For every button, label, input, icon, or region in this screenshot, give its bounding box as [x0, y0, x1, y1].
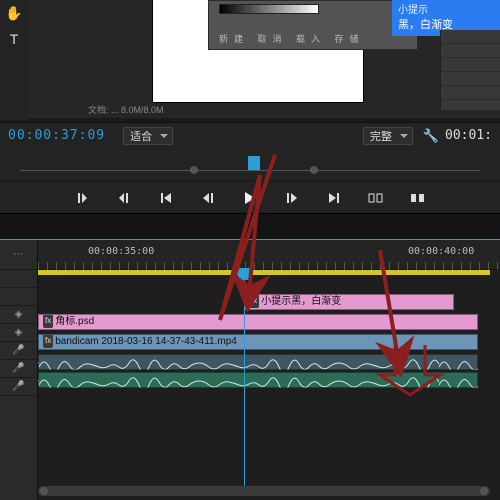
- dialog-buttons[interactable]: 新建 取消 载入 存储: [219, 32, 365, 45]
- monitor-mini-timeline[interactable]: [0, 148, 500, 180]
- mini-timeline-playhead[interactable]: [248, 156, 260, 170]
- track-header-v3[interactable]: [0, 288, 37, 306]
- track-header-spacer: [0, 270, 37, 288]
- timeline-panel: ⋯ ◈ ◈ 🎤 🎤 🎤 00:00:35:00 00:00:40:00 fx小提…: [0, 240, 500, 500]
- extract-button[interactable]: [408, 188, 428, 208]
- scrollbar-grip-right[interactable]: [480, 487, 488, 495]
- ruler-tick-label: 00:00:35:00: [88, 246, 154, 257]
- gradient-dialog[interactable]: 新建 取消 载入 存储: [208, 0, 418, 50]
- out-timecode: 00:01:: [445, 128, 492, 143]
- mini-timeline-handle-right[interactable]: [310, 166, 318, 174]
- track-header-v2[interactable]: ◈: [0, 306, 37, 324]
- track-header-a2[interactable]: 🎤: [0, 360, 37, 378]
- timeline-horizontal-scrollbar[interactable]: [38, 486, 490, 496]
- goto-in-button[interactable]: [156, 188, 176, 208]
- fx-badge: fx: [43, 314, 53, 328]
- photoshop-preview-area: 新建 取消 载入 存储 小提示 黑，白渐变 文档: ... 8.0M/8.0M: [28, 0, 500, 118]
- clip-v2[interactable]: fx角标.psd: [38, 314, 478, 330]
- program-monitor-bar: 00:00:37:09 适合 完整 🔧 00:01:: [0, 122, 500, 148]
- clip-v1[interactable]: fxbandicam 2018-03-16 14-37-43-411.mp4: [38, 334, 478, 350]
- scrollbar-grip-left[interactable]: [40, 487, 48, 495]
- ruler-tick-label: 00:00:40:00: [408, 246, 474, 257]
- current-timecode[interactable]: 00:00:37:09: [8, 128, 105, 143]
- clip-label: bandicam 2018-03-16 14-37-43-411.mp4: [55, 336, 237, 347]
- document-status: 文档: ... 8.0M/8.0M: [88, 103, 164, 116]
- tooltip-line1: 小提示: [398, 4, 494, 18]
- mark-in-button[interactable]: [72, 188, 92, 208]
- step-back-button[interactable]: [198, 188, 218, 208]
- playhead-handle-icon[interactable]: [238, 268, 251, 280]
- clip-a1[interactable]: [38, 354, 478, 370]
- settings-icon[interactable]: 🔧: [423, 128, 439, 144]
- mark-out-button[interactable]: [114, 188, 134, 208]
- photoshop-side-panel: [440, 30, 500, 110]
- panel-divider[interactable]: [0, 214, 500, 240]
- goto-out-button[interactable]: [324, 188, 344, 208]
- type-tool-icon[interactable]: T: [0, 26, 28, 52]
- zoom-fit-dropdown[interactable]: 适合: [123, 127, 173, 145]
- ruler-ticks: [38, 262, 500, 270]
- mini-timeline-handle-left[interactable]: [190, 166, 198, 174]
- play-button[interactable]: [240, 188, 260, 208]
- lift-button[interactable]: [366, 188, 386, 208]
- scrollbar-thumb[interactable]: [38, 486, 490, 496]
- hand-tool-icon[interactable]: ✋: [0, 0, 28, 26]
- fx-badge: fx: [249, 294, 259, 308]
- clip-label: 角标.psd: [55, 316, 94, 327]
- tool-strip: ✋ T: [0, 0, 28, 120]
- clip-v3[interactable]: fx小提示黑，白渐变: [244, 294, 454, 310]
- gradient-preview[interactable]: [219, 4, 319, 14]
- clip-label: 小提示黑，白渐变: [261, 296, 341, 307]
- timeline-playhead[interactable]: [244, 270, 245, 490]
- transport-controls: [0, 182, 500, 214]
- fx-badge: fx: [43, 334, 53, 348]
- timeline-tools-row[interactable]: ⋯: [0, 240, 37, 270]
- track-header-a1[interactable]: 🎤: [0, 342, 37, 360]
- resolution-dropdown[interactable]: 完整: [363, 127, 413, 145]
- work-area-bar[interactable]: [38, 270, 490, 275]
- track-header-a3[interactable]: 🎤: [0, 378, 37, 396]
- track-header-v1[interactable]: ◈: [0, 324, 37, 342]
- clip-a2[interactable]: [38, 372, 478, 388]
- step-fwd-button[interactable]: [282, 188, 302, 208]
- timeline-ruler[interactable]: 00:00:35:00 00:00:40:00: [38, 240, 500, 270]
- timeline-track-headers: ⋯ ◈ ◈ 🎤 🎤 🎤: [0, 240, 38, 500]
